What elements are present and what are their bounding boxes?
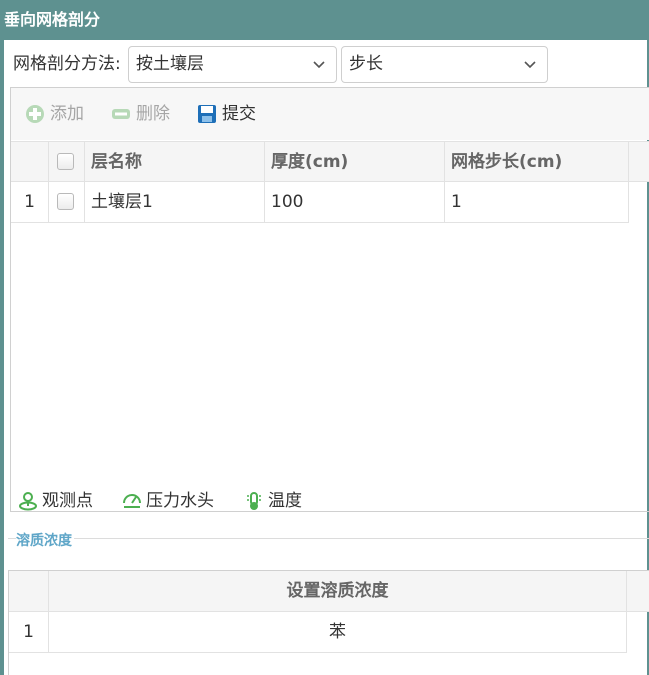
plus-circle-icon [26, 105, 44, 123]
location-pin-icon [19, 492, 37, 511]
row-select-cell [49, 182, 85, 222]
row-number-header [9, 571, 49, 611]
select-all-cell [49, 142, 85, 181]
save-disk-icon [198, 105, 216, 123]
pressure-head-label: 压力水头 [146, 491, 214, 511]
thickness-cell[interactable]: 100 [265, 182, 445, 222]
panel-title: 垂向网格剖分 [0, 0, 649, 40]
submit-button[interactable]: 提交 [197, 102, 267, 126]
temperature-button[interactable]: 温度 [244, 488, 314, 514]
chevron-down-icon [313, 61, 325, 69]
method-select[interactable]: 按土壤层 [128, 46, 337, 83]
delete-label: 删除 [136, 104, 170, 124]
thermometer-icon [247, 492, 261, 510]
column-header-step[interactable]: 网格步长(cm) [445, 142, 629, 181]
grid-header: 层名称 厚度(cm) 网格步长(cm) [11, 141, 649, 182]
vertical-grid-panel: 网格剖分方法: 按土壤层 步长 添加 删除 提交 层名称 厚度(cm) 网格步长… [0, 40, 649, 675]
row-number-header [11, 142, 49, 181]
step-cell[interactable]: 1 [445, 182, 629, 222]
method-row: 网格剖分方法: 按土壤层 步长 [8, 44, 648, 84]
grid-toolbar: 添加 删除 提交 [11, 88, 649, 140]
add-label: 添加 [50, 104, 84, 124]
row-checkbox[interactable] [57, 193, 74, 210]
solute-legend: 溶质浓度 [16, 530, 74, 550]
layer-name-cell[interactable]: 土壤层1 [85, 182, 265, 222]
column-header-solute[interactable]: 设置溶质浓度 [49, 571, 627, 611]
method-label: 网格剖分方法: [13, 54, 121, 74]
row-number: 1 [11, 182, 49, 222]
submit-label: 提交 [222, 104, 256, 124]
gauge-icon [123, 494, 141, 508]
add-button[interactable]: 添加 [25, 102, 95, 126]
chevron-down-icon [524, 61, 536, 69]
row-number: 1 [9, 612, 49, 652]
observation-point-label: 观测点 [42, 491, 93, 511]
temperature-label: 温度 [268, 491, 302, 511]
table-row[interactable]: 1 苯 [9, 612, 627, 653]
delete-button[interactable]: 删除 [111, 102, 181, 126]
solute-value-cell[interactable]: 苯 [49, 612, 627, 652]
column-header-thickness[interactable]: 厚度(cm) [265, 142, 445, 181]
column-header-name[interactable]: 层名称 [85, 142, 265, 181]
observation-toolbar: 观测点 压力水头 温度 [8, 480, 649, 524]
observation-point-button[interactable]: 观测点 [18, 488, 108, 514]
step-mode-select-value: 步长 [349, 54, 383, 74]
solute-fieldset-line [8, 538, 649, 539]
layer-grid: 添加 删除 提交 层名称 厚度(cm) 网格步长(cm) 1 土壤层1 100 … [10, 87, 649, 512]
method-select-value: 按土壤层 [136, 54, 204, 74]
minus-icon [112, 109, 130, 119]
select-all-checkbox[interactable] [57, 153, 74, 170]
pressure-head-button[interactable]: 压力水头 [122, 488, 232, 514]
solute-grid: 设置溶质浓度 1 苯 [8, 570, 649, 675]
step-mode-select[interactable]: 步长 [341, 46, 548, 83]
table-row[interactable]: 1 土壤层1 100 1 [11, 182, 629, 223]
solute-grid-header: 设置溶质浓度 [9, 571, 649, 612]
